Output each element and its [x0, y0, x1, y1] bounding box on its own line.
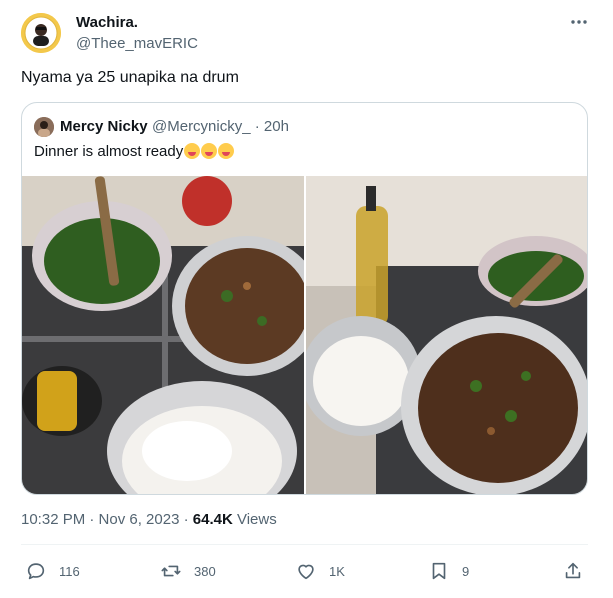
repost-button[interactable]: 380	[160, 560, 216, 582]
photo-stove-pots-left[interactable]	[22, 176, 304, 494]
like-button[interactable]: 1K	[295, 560, 345, 582]
share-icon	[565, 562, 581, 579]
author-avatar[interactable]	[21, 13, 61, 53]
timestamp-text[interactable]: 10:32 PM · Nov 6, 2023 ·	[21, 511, 193, 528]
face-savoring-food-icon	[218, 143, 235, 159]
quote-author-avatar[interactable]	[34, 117, 54, 137]
quote-text: Dinner is almost ready	[34, 143, 235, 160]
heart-icon	[298, 564, 314, 580]
bookmark-icon	[432, 562, 446, 580]
more-options-icon[interactable]	[568, 12, 590, 32]
quote-author-handle[interactable]: @Mercynicky_ · 20h	[152, 118, 289, 135]
divider	[21, 544, 588, 545]
quote-author-name[interactable]: Mercy Nicky	[60, 118, 148, 135]
photo-stove-pots-right[interactable]	[306, 176, 587, 494]
like-count: 1K	[329, 563, 345, 579]
author-name[interactable]: Wachira.	[76, 14, 138, 31]
share-button[interactable]	[562, 560, 584, 582]
face-savoring-food-icon	[201, 143, 218, 159]
repost-icon	[161, 565, 181, 577]
quoted-tweet[interactable]: Mercy Nicky @Mercynicky_ · 20h Dinner is…	[21, 102, 588, 495]
views-label: Views	[232, 511, 277, 528]
quote-text-body: Dinner is almost ready	[34, 143, 184, 160]
repost-count: 380	[194, 563, 216, 579]
tweet-timestamp[interactable]: 10:32 PM · Nov 6, 2023 · 64.4K Views	[21, 511, 277, 528]
tweet-card: Wachira. @Thee_mavERIC Nyama ya 25 unapi…	[0, 0, 613, 598]
reply-button[interactable]: 116	[25, 560, 80, 582]
bookmark-button[interactable]: 9	[428, 560, 469, 582]
bookmark-count: 9	[462, 563, 470, 579]
face-savoring-food-icon	[184, 143, 201, 159]
views-count: 64.4K	[192, 511, 233, 528]
author-handle[interactable]: @Thee_mavERIC	[76, 35, 198, 52]
reply-count: 116	[59, 563, 80, 579]
tweet-text: Nyama ya 25 unapika na drum	[21, 69, 239, 86]
reply-icon	[27, 563, 45, 580]
